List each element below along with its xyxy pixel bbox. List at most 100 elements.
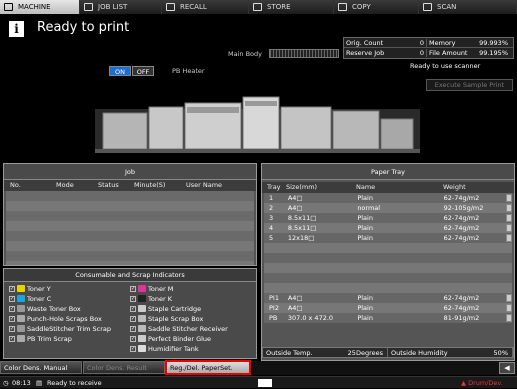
tray-size (288, 243, 350, 253)
consumable-item: ✓ Toner C (9, 294, 130, 303)
tab-store[interactable]: STORE (249, 0, 334, 14)
tab-machine[interactable]: MACHINE (0, 0, 80, 14)
tray-size: A4□ (287, 194, 303, 202)
tray-level-icon (506, 234, 513, 242)
tray-tray (264, 243, 288, 253)
consumable-icon (17, 315, 25, 322)
tray-row[interactable]: 4 8.5x11□ Plain 62-74g/m2 (264, 223, 513, 233)
receive-status: Ready to receive (47, 379, 102, 387)
tray-size (288, 263, 350, 273)
execute-sample-print-button[interactable]: Execute Sample Print (426, 79, 513, 91)
consumable-label: Saddle Stitcher Receiver (148, 324, 228, 333)
tray-weight: 62-74g/m2 (443, 304, 480, 312)
check-icon: ✓ (130, 345, 136, 352)
recall-icon (166, 3, 175, 11)
tray-size: A4□ (287, 204, 303, 212)
outside-temp: Outside Temp. 25Degrees (263, 348, 388, 357)
orig-count-label: Orig. Count (346, 38, 384, 47)
tray-row[interactable]: PB 307.0 x 472.0 Plain 81-91g/m2 (264, 313, 513, 323)
color-dens-result-button[interactable]: Color Dens. Result (83, 361, 165, 374)
tray-row[interactable] (264, 263, 512, 273)
consumable-label: Perfect Binder Glue (148, 334, 212, 343)
pb-heater-on-button[interactable]: ON (109, 66, 131, 76)
consumable-item: ✓ Humidifier Tank (130, 344, 251, 353)
tray-size: 307.0 x 472.0 (287, 314, 334, 322)
consumable-item: ✓ SaddleStitcher Trim Scrap (9, 324, 130, 333)
reserve-job-label: Reserve Job (346, 49, 385, 57)
color-dens-manual-button[interactable]: Color Dens. Manual (0, 361, 82, 374)
tray-row[interactable] (264, 253, 512, 263)
consumables-list: ✓ Toner Y ✓ Toner M ✓ Toner C ✓ Toner K ✓ Waste T… (4, 282, 256, 355)
tray-col-size: Size(mm) (286, 183, 318, 191)
environment-bar: Outside Temp. 25Degrees Outside Humidity… (262, 347, 514, 358)
consumable-item: ✓ Staple Scrap Box (130, 314, 251, 323)
pb-heater-toggle[interactable]: ON OFF (109, 66, 154, 76)
consumable-item: ✓ Toner M (130, 284, 251, 293)
consumable-item: ✓ Perfect Binder Glue (130, 334, 251, 343)
tray-tray: 4 (269, 224, 274, 232)
job-col-user-name: User Name (186, 181, 223, 189)
memory-value: 99.993% (479, 38, 508, 47)
printer-icon: ▤ (36, 379, 43, 387)
tab-copy[interactable]: COPY (334, 0, 419, 14)
tray-list: 1 A4□ Plain 62-74g/m2 2 A4□ normal 92-105g/m2 3 8… (262, 193, 514, 323)
tray-size: 8.5x11□ (287, 224, 317, 232)
drum-dev-warning[interactable]: ▲ Drum/Dev. (458, 378, 506, 388)
consumable-label: Waste Toner Box (27, 304, 81, 313)
tray-weight (445, 283, 508, 293)
tray-size: 8.5x11□ (287, 214, 317, 222)
tray-name: Plain (357, 214, 373, 222)
tray-name: Plain (357, 224, 373, 232)
tray-name: Plain (357, 294, 373, 302)
tray-name: Plain (357, 314, 373, 322)
orig-count-value: 0 (419, 38, 424, 47)
machine-icon (4, 3, 13, 11)
tray-row[interactable]: PI1 A4□ Plain 62-74g/m2 (264, 293, 513, 303)
paper-tray-title: Paper Tray (262, 164, 514, 180)
tray-row[interactable] (264, 283, 512, 293)
tray-row[interactable] (264, 273, 512, 283)
main-body-progress (269, 49, 339, 58)
pb-heater-off-button[interactable]: OFF (132, 66, 154, 76)
tray-size (288, 253, 350, 263)
tray-row[interactable]: PI2 A4□ Plain 62-74g/m2 (264, 303, 513, 313)
consumable-icon (138, 325, 146, 332)
tray-weight: 81-91g/m2 (443, 314, 480, 322)
tray-table-header: Tray Size(mm) Name Weight (262, 182, 514, 193)
consumable-label: Staple Cartridge (148, 304, 202, 313)
main-body-label: Main Body (228, 50, 262, 58)
consumable-icon (17, 305, 25, 312)
tab-job-list[interactable]: JOB LIST (80, 0, 162, 14)
tray-tray (264, 273, 288, 283)
tray-level-icon (506, 214, 513, 222)
consumable-label: Toner M (148, 284, 174, 293)
tray-name (350, 273, 445, 283)
consumable-label: Staple Scrap Box (148, 314, 204, 323)
consumable-label: SaddleStitcher Trim Scrap (27, 324, 111, 333)
consumable-label: PB Trim Scrap (27, 334, 72, 343)
tray-tray: 3 (269, 214, 274, 222)
pb-heater-label: PB Heater (172, 67, 205, 75)
reg-del-paper-set-button[interactable]: Reg./Del. PaperSet. (165, 360, 251, 375)
job-list[interactable] (6, 191, 254, 265)
tab-recall[interactable]: RECALL (162, 0, 249, 14)
tray-row[interactable]: 5 12x18□ Plain 62-74g/m2 (264, 233, 513, 243)
bottom-button-bar: Color Dens. Manual Color Dens. Result Re… (0, 360, 517, 375)
left-arrow-icon[interactable]: ◀ (499, 362, 515, 374)
tray-tray (264, 253, 288, 263)
tray-tray: 1 (269, 194, 274, 202)
consumable-icon (17, 325, 25, 332)
tray-tray (264, 263, 288, 273)
tray-row[interactable] (264, 243, 512, 253)
file-amount-label: File Amount (426, 49, 470, 57)
file-amount-value: 99.195% (479, 49, 508, 57)
tray-level-icon (506, 294, 513, 302)
tray-level-icon (506, 314, 513, 322)
consumable-icon (17, 335, 25, 342)
keyboard-icon[interactable] (258, 379, 272, 387)
tray-tray: PI2 (269, 304, 279, 312)
tray-row[interactable]: 2 A4□ normal 92-105g/m2 (264, 203, 513, 213)
tray-row[interactable]: 3 8.5x11□ Plain 62-74g/m2 (264, 213, 513, 223)
tab-scan[interactable]: SCAN (419, 0, 517, 14)
tray-row[interactable]: 1 A4□ Plain 62-74g/m2 (264, 193, 513, 203)
